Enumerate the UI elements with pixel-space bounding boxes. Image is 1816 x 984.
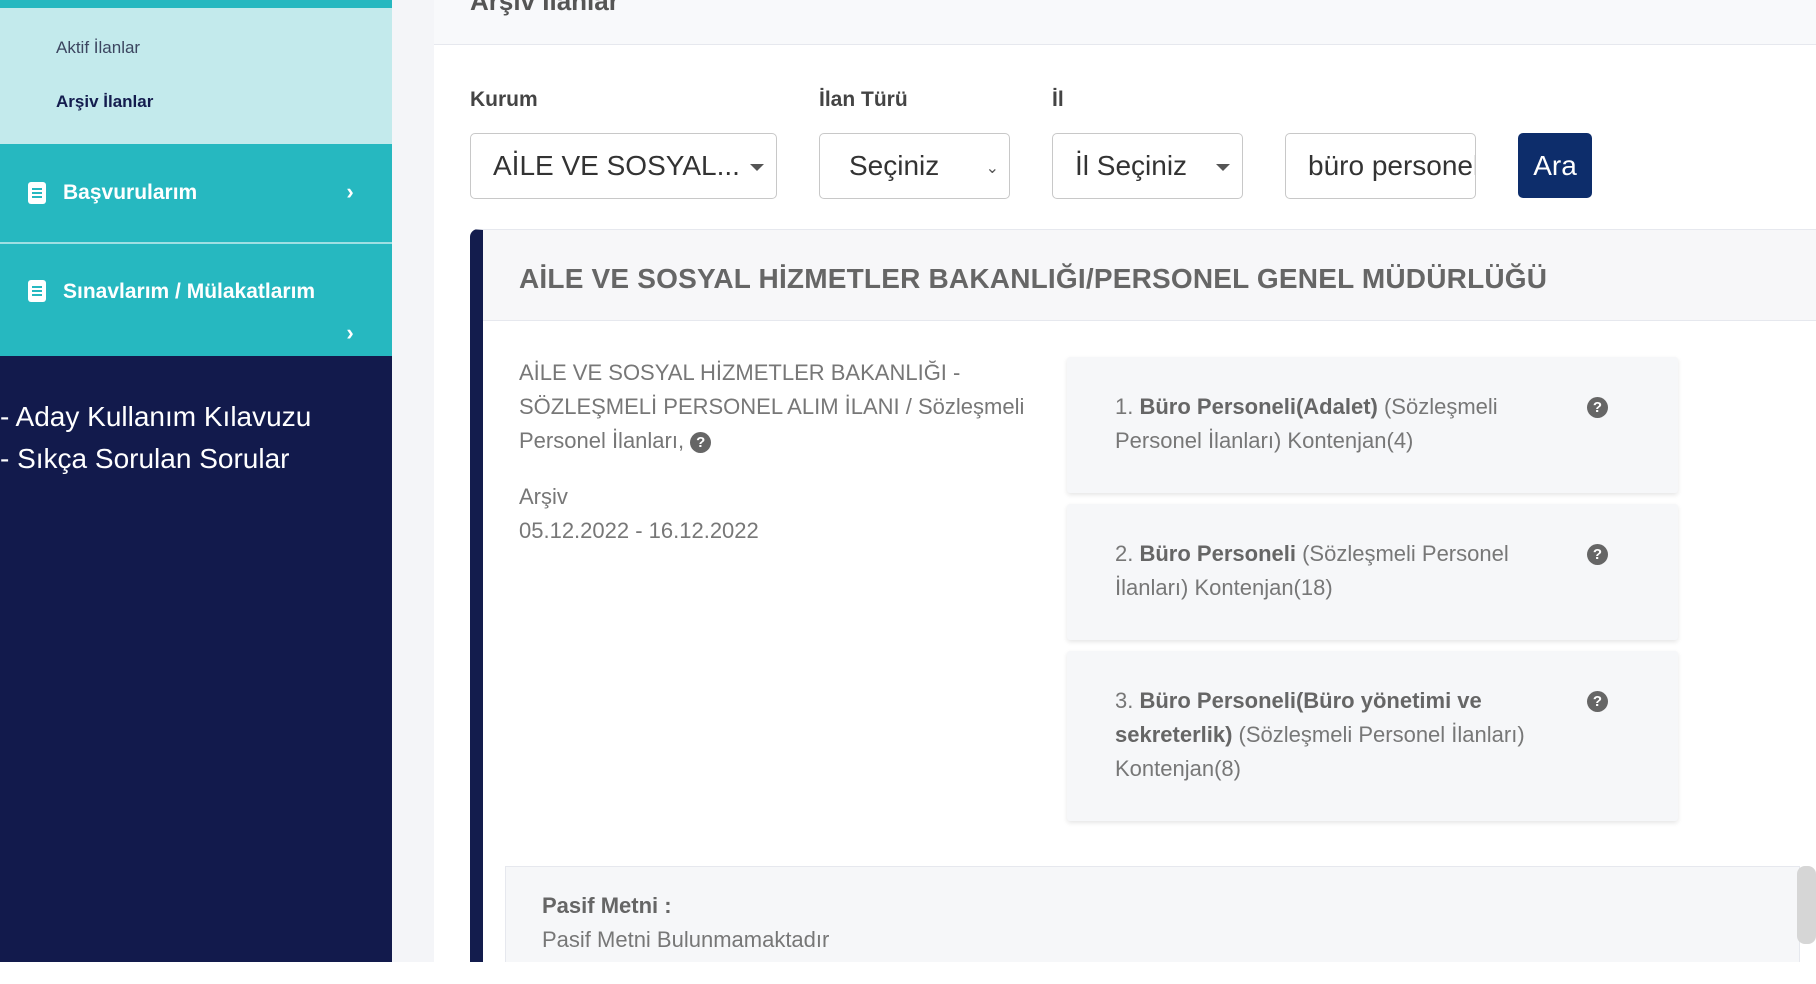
question-circle-icon[interactable]: ?: [1587, 397, 1608, 418]
ilan-turu-select[interactable]: Seçiniz ⌄: [819, 133, 1010, 199]
position-text: 1. Büro Personeli(Adalet) (Sözleşmeli Pe…: [1115, 394, 1498, 453]
caret-down-icon: [750, 164, 764, 171]
ilan-turu-label: İlan Türü: [819, 88, 908, 111]
il-label: İl: [1052, 88, 1064, 111]
sidebar-submenu: Aktif İlanlar Arşiv İlanlar: [0, 8, 392, 144]
bottom-strip: [0, 962, 1816, 984]
position-card-2[interactable]: 2. Büro Personeli (Sözleşmeli Personel İ…: [1067, 504, 1678, 640]
sidebar-top-accent: [0, 0, 392, 8]
position-text: 2. Büro Personeli (Sözleşmeli Personel İ…: [1115, 541, 1509, 600]
ilan-turu-selected-value: Seçiniz: [849, 150, 940, 181]
institution-name: AİLE VE SOSYAL HİZMETLER BAKANLIĞI/PERSO…: [519, 263, 1548, 294]
position-card-1[interactable]: 1. Büro Personeli(Adalet) (Sözleşmeli Pe…: [1067, 357, 1678, 493]
pasif-metni-label: Pasif Metni :: [542, 893, 672, 918]
sidebar-item-sinavlarim[interactable]: Sınavlarım / Mülakatlarım ›: [0, 244, 392, 356]
chevron-right-icon: ›: [346, 179, 354, 204]
caret-down-icon: [1216, 164, 1230, 171]
position-title: Büro Personeli(Adalet): [1139, 394, 1378, 419]
content-gutter: [392, 0, 434, 962]
position-title: Büro Personeli: [1139, 541, 1296, 566]
sidebar-item-label: Başvurularım: [63, 181, 198, 204]
page-title: Arşiv İlanlar: [470, 0, 619, 16]
pasif-metni-box: Pasif Metni : Pasif Metni Bulunmamaktadı…: [505, 866, 1800, 964]
listing-description: AİLE VE SOSYAL HİZMETLER BAKANLIĞI - SÖZ…: [519, 356, 1039, 458]
page-header: Arşiv İlanlar: [434, 0, 1816, 45]
sidebar-item-label: Sınavlarım / Mülakatlarım: [63, 280, 316, 303]
listing-dates: 05.12.2022 - 16.12.2022: [519, 518, 759, 543]
kurum-label: Kurum: [470, 88, 538, 111]
sidebar-item-aktif-ilanlar[interactable]: Aktif İlanlar: [56, 38, 140, 58]
listing-card-header: AİLE VE SOSYAL HİZMETLER BAKANLIĞI/PERSO…: [483, 230, 1816, 321]
document-icon: [28, 182, 46, 204]
kurum-select[interactable]: AİLE VE SOSYAL...: [470, 133, 777, 199]
search-input-value: büro personeli: [1308, 150, 1476, 181]
link-aday-kullanim-kilavuzu[interactable]: - Aday Kullanım Kılavuzu: [0, 401, 311, 433]
scrollbar-thumb[interactable]: [1797, 866, 1816, 944]
sidebar-item-arsiv-ilanlar[interactable]: Arşiv İlanlar: [56, 92, 153, 112]
question-circle-icon[interactable]: ?: [1587, 691, 1608, 712]
il-selected-value: İl Seçiniz: [1075, 150, 1188, 181]
il-select[interactable]: İl Seçiniz: [1052, 133, 1243, 199]
sidebar-item-basvurularim[interactable]: Başvurularım ›: [0, 144, 392, 242]
chevron-down-icon: ⌄: [985, 160, 999, 177]
listing-description-text: AİLE VE SOSYAL HİZMETLER BAKANLIĞI - SÖZ…: [519, 360, 1025, 453]
position-card-3[interactable]: 3. Büro Personeli(Büro yönetimi ve sekre…: [1067, 651, 1678, 821]
sidebar: Aktif İlanlar Arşiv İlanlar Başvurularım…: [0, 0, 392, 962]
listing-status: Arşiv: [519, 484, 568, 509]
pasif-metni-value: Pasif Metni Bulunmamaktadır: [542, 927, 830, 952]
position-text: 3. Büro Personeli(Büro yönetimi ve sekre…: [1115, 688, 1525, 781]
question-circle-icon[interactable]: ?: [690, 431, 712, 453]
question-circle-icon[interactable]: ?: [1587, 544, 1608, 565]
search-input[interactable]: büro personeli: [1285, 133, 1476, 199]
document-icon: [28, 280, 46, 302]
link-sikca-sorulan-sorular[interactable]: - Sıkça Sorulan Sorular: [0, 443, 289, 475]
kurum-selected-value: AİLE VE SOSYAL...: [493, 150, 740, 181]
search-button[interactable]: Ara: [1518, 133, 1592, 198]
chevron-right-icon: ›: [346, 320, 354, 345]
